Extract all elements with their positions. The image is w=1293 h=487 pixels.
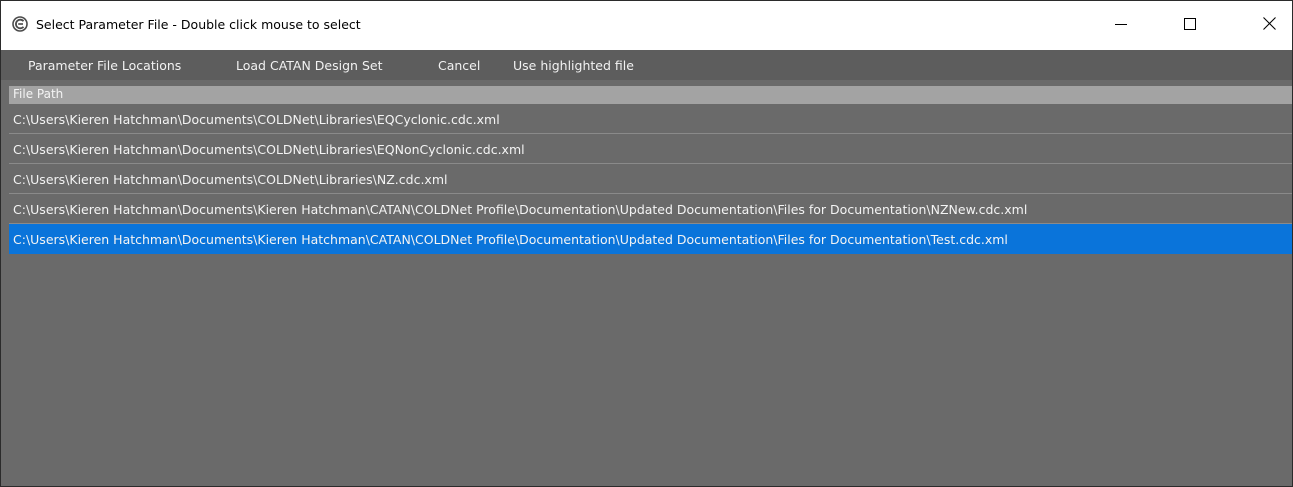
column-header-label: File Path xyxy=(13,87,64,101)
table-row[interactable]: C:\Users\Kieren Hatchman\Documents\COLDN… xyxy=(9,164,1292,194)
title-bar[interactable]: Select Parameter File - Double click mou… xyxy=(1,1,1292,50)
file-path-cell: C:\Users\Kieren Hatchman\Documents\COLDN… xyxy=(13,172,448,187)
maximize-icon xyxy=(1184,17,1196,35)
window-title: Select Parameter File - Double click mou… xyxy=(36,17,361,32)
maximize-button[interactable] xyxy=(1167,1,1213,50)
column-header-file-path[interactable]: File Path xyxy=(9,86,1292,104)
minimize-icon xyxy=(1115,17,1127,35)
menu-use-highlighted-file[interactable]: Use highlighted file xyxy=(513,58,634,73)
table-row-selected[interactable]: C:\Users\Kieren Hatchman\Documents\Kiere… xyxy=(9,224,1292,254)
minimize-button[interactable] xyxy=(1098,1,1144,50)
file-path-cell: C:\Users\Kieren Hatchman\Documents\Kiere… xyxy=(13,202,1028,217)
left-gutter xyxy=(1,80,9,486)
menu-cancel[interactable]: Cancel xyxy=(438,58,480,73)
table-row[interactable]: C:\Users\Kieren Hatchman\Documents\Kiere… xyxy=(9,194,1292,224)
file-path-cell: C:\Users\Kieren Hatchman\Documents\COLDN… xyxy=(13,112,500,127)
close-button[interactable] xyxy=(1246,1,1292,50)
menu-parameter-file-locations[interactable]: Parameter File Locations xyxy=(28,58,181,73)
menu-load-catan-design-set[interactable]: Load CATAN Design Set xyxy=(236,58,382,73)
file-select-window: Select Parameter File - Double click mou… xyxy=(0,0,1293,487)
file-path-cell: C:\Users\Kieren Hatchman\Documents\COLDN… xyxy=(13,142,525,157)
table-row[interactable]: C:\Users\Kieren Hatchman\Documents\COLDN… xyxy=(9,104,1292,134)
file-path-cell: C:\Users\Kieren Hatchman\Documents\Kiere… xyxy=(13,232,1008,247)
file-list: C:\Users\Kieren Hatchman\Documents\COLDN… xyxy=(9,104,1292,254)
list-empty-area[interactable] xyxy=(9,254,1292,486)
menu-bar: Parameter File Locations Load CATAN Desi… xyxy=(1,50,1292,80)
app-c-icon xyxy=(11,15,29,33)
close-icon xyxy=(1262,16,1276,35)
table-row[interactable]: C:\Users\Kieren Hatchman\Documents\COLDN… xyxy=(9,134,1292,164)
